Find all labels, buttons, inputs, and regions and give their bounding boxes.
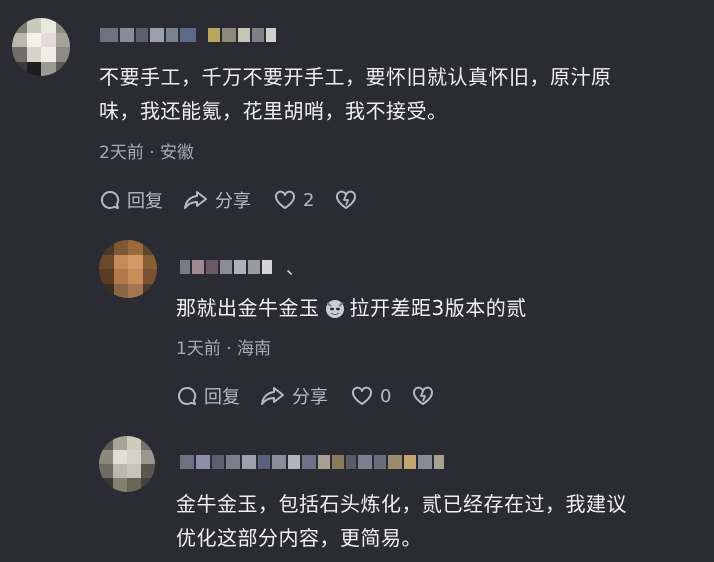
share-button[interactable]: 分享 xyxy=(260,383,328,409)
reply-label: 回复 xyxy=(127,191,163,212)
like-count: 0 xyxy=(380,385,392,407)
like-button[interactable]: 2 xyxy=(273,189,314,211)
username-obscured[interactable]: 、 xyxy=(180,258,304,279)
comment-text: 那就出金牛金玉 拉开差距3版本的贰 xyxy=(176,291,696,325)
comment-actions: 回复 分享 2 xyxy=(99,187,358,213)
avatar[interactable] xyxy=(99,240,157,298)
share-icon xyxy=(261,387,284,405)
comment-text-part: 拉开差距3版本的贰 xyxy=(349,296,527,320)
username-suffix: 、 xyxy=(286,258,304,279)
dislike-broken-heart-icon xyxy=(413,386,434,405)
reply-icon xyxy=(178,386,197,405)
share-button[interactable]: 分享 xyxy=(183,187,251,213)
comment-3-reply: 金牛金玉，包括石头炼化，贰已经存在过，我建议 优化这部分内容，更简易。 xyxy=(0,430,714,562)
like-heart-icon xyxy=(275,190,295,209)
comment-text: 不要手工，千万不要开手工，要怀旧就认真怀旧，原汁原 味，我还能氪，花里胡哨，我不… xyxy=(99,60,699,128)
comment-2-reply: 、 那就出金牛金玉 拉开差距3版本的贰 1天前 · 海南 回复 分享 0 xyxy=(0,230,714,430)
comment-text-line: 味，我还能氪，花里胡哨，我不接受。 xyxy=(99,99,448,123)
reply-label: 回复 xyxy=(204,387,240,408)
like-count: 2 xyxy=(303,189,315,211)
dislike-broken-heart-icon xyxy=(336,190,357,209)
comment-meta: 2天前 · 安徽 xyxy=(99,143,195,163)
comment-thread: 不要手工，千万不要开手工，要怀旧就认真怀旧，原汁原 味，我还能氪，花里胡哨，我不… xyxy=(0,0,714,562)
reply-button[interactable]: 回复 xyxy=(176,383,240,409)
username-obscured[interactable] xyxy=(100,28,276,42)
reply-button[interactable]: 回复 xyxy=(99,187,163,213)
username-obscured[interactable] xyxy=(180,455,444,469)
like-heart-icon xyxy=(352,386,372,405)
like-button[interactable]: 0 xyxy=(350,385,391,407)
comment-text: 金牛金玉，包括石头炼化，贰已经存在过，我建议 优化这部分内容，更简易。 xyxy=(176,487,706,555)
comment-text-line: 金牛金玉，包括石头炼化，贰已经存在过，我建议 xyxy=(176,492,627,516)
share-icon xyxy=(184,191,207,209)
share-label: 分享 xyxy=(215,191,251,212)
share-label: 分享 xyxy=(292,387,328,408)
wolf-emoji-icon xyxy=(325,300,344,318)
reply-icon xyxy=(101,190,120,209)
comment-meta: 1天前 · 海南 xyxy=(176,339,272,359)
comment-actions: 回复 分享 0 xyxy=(176,383,435,409)
avatar[interactable] xyxy=(12,18,70,76)
avatar[interactable] xyxy=(99,436,155,492)
comment-text-line: 不要手工，千万不要开手工，要怀旧就认真怀旧，原汁原 xyxy=(99,65,612,89)
comment-text-part: 那就出金牛金玉 xyxy=(176,296,320,320)
dislike-button[interactable] xyxy=(334,189,358,211)
dislike-button[interactable] xyxy=(411,385,435,407)
comment-1: 不要手工，千万不要开手工，要怀旧就认真怀旧，原汁原 味，我还能氪，花里胡哨，我不… xyxy=(0,0,714,230)
comment-text-line: 优化这部分内容，更简易。 xyxy=(176,526,422,550)
